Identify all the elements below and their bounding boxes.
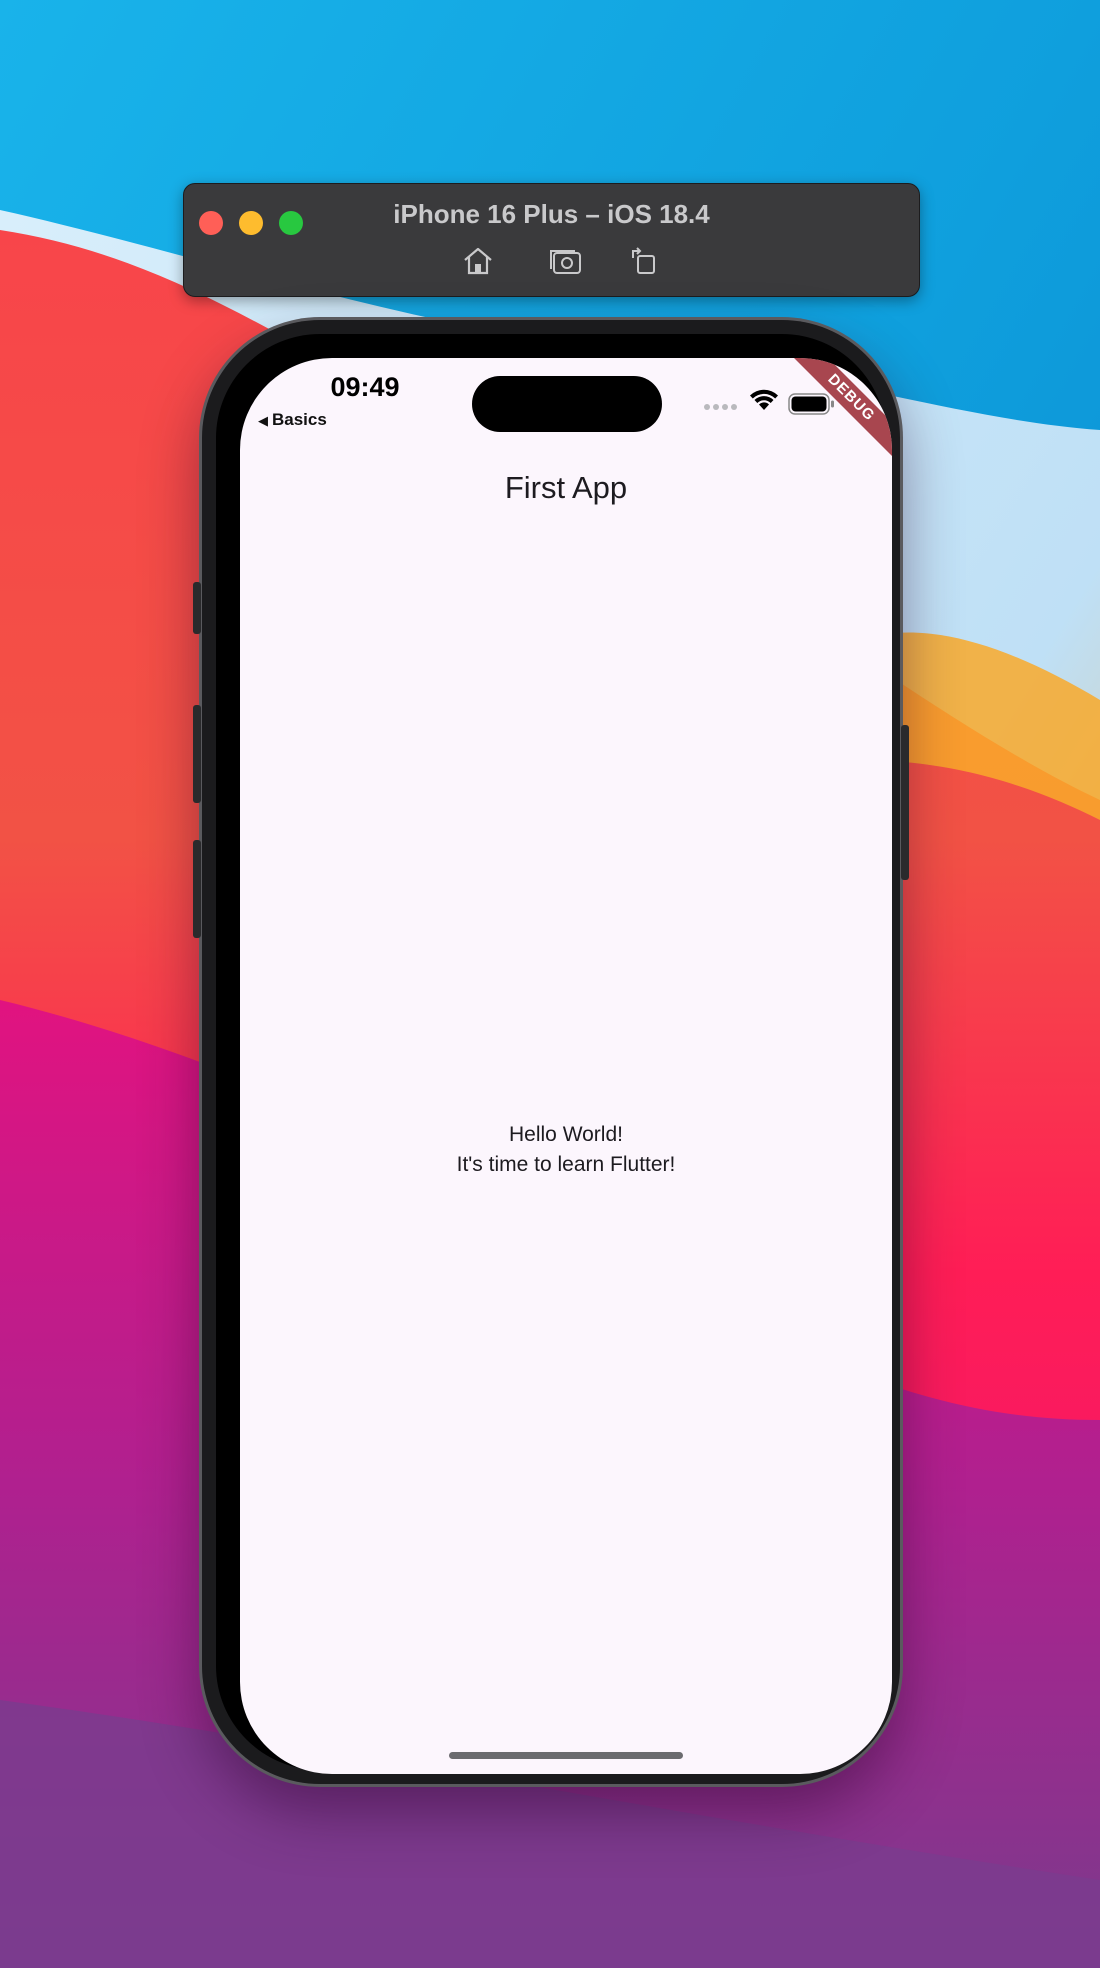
wifi-icon: [750, 389, 778, 410]
home-indicator[interactable]: [449, 1752, 683, 1759]
back-triangle-icon: ◀: [258, 413, 268, 428]
back-label: Basics: [272, 410, 327, 429]
power-button[interactable]: [901, 725, 909, 880]
volume-up-button[interactable]: [193, 705, 201, 803]
home-button[interactable]: [460, 243, 496, 279]
app-bar-title: First App: [504, 470, 628, 505]
dynamic-island: [472, 376, 662, 432]
phone-screen: 09:49 ◀ Basics DEBUG First App Hello Wor…: [240, 358, 892, 1774]
volume-down-button[interactable]: [193, 840, 201, 938]
home-icon: [464, 247, 492, 275]
body-text: Hello World! It's time to learn Flutter!: [240, 1120, 892, 1180]
screenshot-button[interactable]: [548, 243, 584, 279]
simulator-title: iPhone 16 Plus – iOS 18.4: [393, 199, 710, 229]
battery-icon: [788, 393, 834, 415]
phone-bezel: 09:49 ◀ Basics DEBUG First App Hello Wor…: [216, 334, 892, 1774]
back-to-app-button[interactable]: ◀ Basics: [258, 410, 327, 430]
camera-icon: [550, 250, 581, 274]
hello-text: Hello World!: [509, 1123, 623, 1146]
learn-flutter-text: It's time to learn Flutter!: [456, 1153, 676, 1176]
action-button[interactable]: [193, 582, 201, 634]
simulator-title-bar: iPhone 16 Plus – iOS 18.4: [183, 183, 920, 297]
signal-dots-icon: [704, 404, 737, 410]
rotate-button[interactable]: [626, 243, 662, 279]
rotate-icon: [632, 247, 655, 274]
iphone-device: 09:49 ◀ Basics DEBUG First App Hello Wor…: [193, 320, 909, 1784]
status-time: 09:49: [330, 372, 400, 402]
